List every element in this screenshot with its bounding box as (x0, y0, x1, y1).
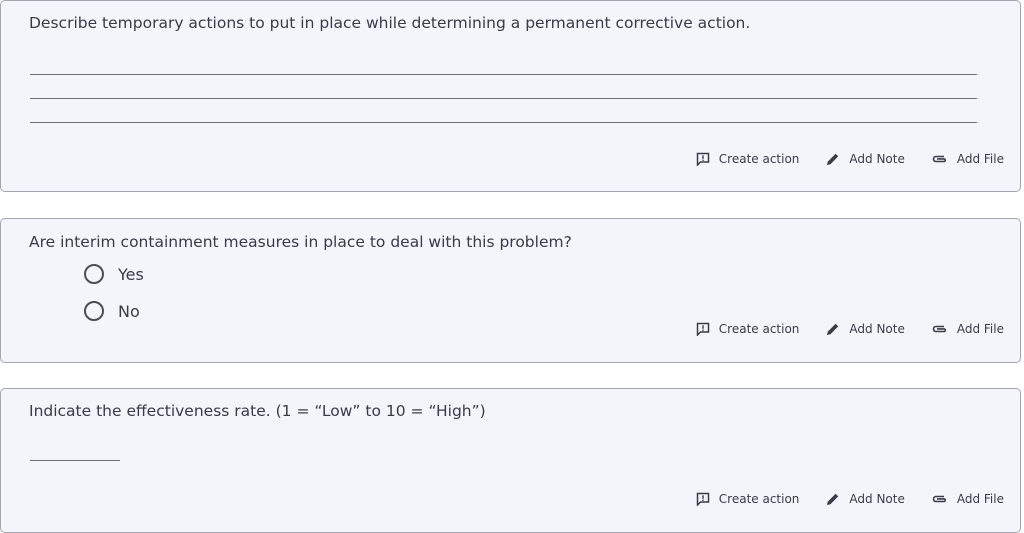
question-text: Indicate the effectiveness rate. (1 = “L… (29, 402, 486, 420)
report-icon (696, 152, 710, 166)
action-bar: Create action Add Note Add File (669, 152, 1004, 166)
add-note-label: Add Note (849, 322, 905, 336)
pencil-icon (827, 153, 839, 165)
create-action-button[interactable]: Create action (696, 322, 800, 336)
add-file-label: Add File (956, 492, 1004, 506)
create-action-button[interactable]: Create action (696, 492, 800, 506)
add-note-button[interactable]: Add Note (826, 492, 905, 506)
create-action-button[interactable]: Create action (696, 152, 800, 166)
radio-circle[interactable] (84, 301, 104, 321)
create-action-label: Create action (718, 322, 800, 336)
add-note-label: Add Note (849, 492, 905, 506)
add-file-label: Add File (956, 322, 1004, 336)
add-note-label: Add Note (849, 152, 905, 166)
question-card-containment: Are interim containment measures in plac… (0, 218, 1021, 363)
action-bar: Create action Add Note Add File (669, 322, 1004, 336)
add-file-button[interactable]: Add File (932, 322, 1004, 336)
paperclip-icon (932, 325, 946, 333)
add-file-label: Add File (956, 152, 1004, 166)
question-text: Describe temporary actions to put in pla… (29, 14, 751, 32)
add-note-button[interactable]: Add Note (826, 152, 905, 166)
radio-label: No (118, 301, 140, 321)
report-icon (696, 492, 710, 506)
rating-input-line[interactable] (30, 460, 120, 461)
radio-yes[interactable]: Yes (84, 264, 144, 284)
question-card-effectiveness: Indicate the effectiveness rate. (1 = “L… (0, 388, 1021, 533)
radio-no[interactable]: No (84, 301, 140, 321)
create-action-label: Create action (718, 492, 800, 506)
paperclip-icon (932, 155, 946, 163)
add-file-button[interactable]: Add File (932, 492, 1004, 506)
answer-line[interactable] (30, 74, 977, 75)
question-text: Are interim containment measures in plac… (29, 233, 572, 251)
add-note-button[interactable]: Add Note (826, 322, 905, 336)
action-bar: Create action Add Note Add File (669, 492, 1004, 506)
answer-line[interactable] (30, 98, 977, 99)
create-action-label: Create action (718, 152, 800, 166)
answer-line[interactable] (30, 122, 977, 123)
add-file-button[interactable]: Add File (932, 152, 1004, 166)
report-icon (696, 322, 710, 336)
pencil-icon (827, 323, 839, 335)
pencil-icon (827, 493, 839, 505)
question-card-temporary-actions: Describe temporary actions to put in pla… (0, 0, 1021, 192)
radio-label: Yes (118, 264, 144, 284)
paperclip-icon (932, 495, 946, 503)
radio-circle[interactable] (84, 264, 104, 284)
